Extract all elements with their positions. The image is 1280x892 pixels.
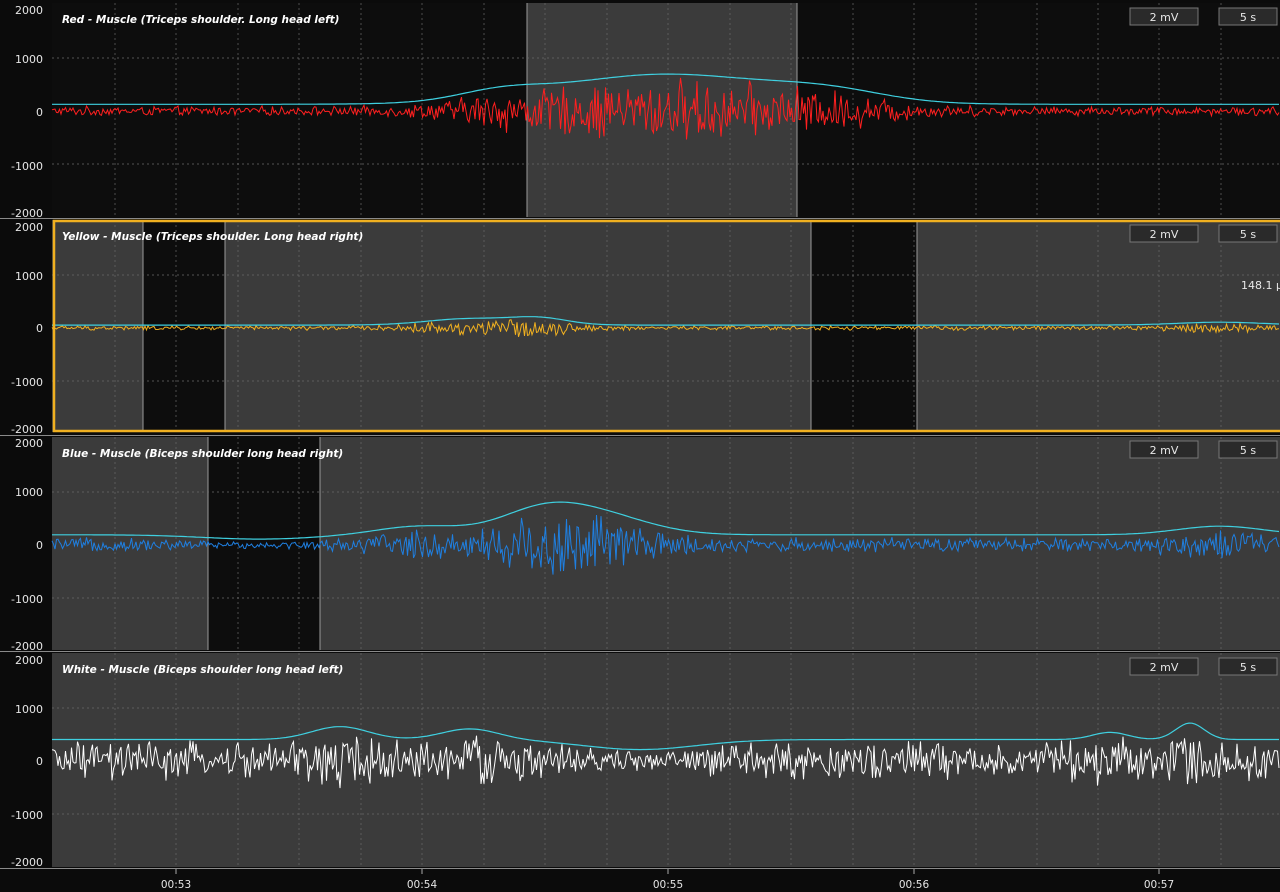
timebase-button[interactable]: 5 s — [1218, 440, 1278, 459]
svg-text:0: 0 — [36, 539, 43, 552]
svg-text:-1000: -1000 — [11, 160, 43, 173]
svg-text:-1000: -1000 — [11, 376, 43, 389]
svg-text:2000: 2000 — [15, 4, 43, 17]
time-tick-label: 00:57 — [1144, 879, 1174, 891]
svg-text:0: 0 — [36, 755, 43, 768]
svg-text:2000: 2000 — [15, 654, 43, 667]
svg-text:-2000: -2000 — [11, 856, 43, 869]
scale-button[interactable]: 2 mV — [1129, 657, 1199, 676]
svg-text:-1000: -1000 — [11, 809, 43, 822]
svg-text:0: 0 — [36, 106, 43, 119]
scale-button[interactable]: 2 mV — [1129, 440, 1199, 459]
svg-text:5 s: 5 s — [1240, 11, 1256, 24]
channel-panel-yellow[interactable]: Yellow - Muscle (Triceps shoulder. Long … — [11, 219, 1280, 436]
svg-text:2000: 2000 — [15, 221, 43, 234]
channel-panel-blue[interactable]: Blue - Muscle (Biceps shoulder long head… — [11, 437, 1280, 653]
channel-title: White - Muscle (Biceps shoulder long hea… — [62, 664, 343, 676]
time-tick-label: 00:54 — [407, 879, 438, 891]
channel-title: Red - Muscle (Triceps shoulder. Long hea… — [62, 14, 339, 26]
plot-area — [52, 220, 1280, 432]
timebase-button[interactable]: 5 s — [1218, 657, 1278, 676]
svg-text:1000: 1000 — [15, 703, 43, 716]
svg-text:-2000: -2000 — [11, 423, 43, 436]
svg-text:5 s: 5 s — [1240, 444, 1256, 457]
svg-text:1000: 1000 — [15, 486, 43, 499]
scale-button[interactable]: 2 mV — [1129, 7, 1199, 26]
channel-title: Yellow - Muscle (Triceps shoulder. Long … — [62, 231, 363, 243]
svg-text:1000: 1000 — [15, 53, 43, 66]
timebase-button[interactable]: 5 s — [1218, 224, 1278, 243]
timebase-button[interactable]: 5 s — [1218, 7, 1278, 26]
svg-text:2000: 2000 — [15, 437, 43, 450]
svg-text:1000: 1000 — [15, 270, 43, 283]
time-tick-label: 00:53 — [161, 879, 191, 891]
svg-text:5 s: 5 s — [1240, 661, 1256, 674]
channel-panel-red[interactable]: Red - Muscle (Triceps shoulder. Long hea… — [11, 3, 1280, 220]
excluded-region[interactable] — [143, 222, 225, 430]
svg-text:2 mV: 2 mV — [1150, 11, 1179, 24]
svg-text:2 mV: 2 mV — [1150, 444, 1179, 457]
svg-text:-1000: -1000 — [11, 593, 43, 606]
svg-text:2 mV: 2 mV — [1150, 661, 1179, 674]
channel-title: Blue - Muscle (Biceps shoulder long head… — [62, 448, 343, 460]
channel-panel-white[interactable]: White - Muscle (Biceps shoulder long hea… — [11, 653, 1280, 869]
svg-text:0: 0 — [36, 322, 43, 335]
scale-button[interactable]: 2 mV — [1129, 224, 1199, 243]
emg-viewer: Red - Muscle (Triceps shoulder. Long hea… — [0, 0, 1280, 892]
time-tick-label: 00:56 — [899, 879, 930, 891]
svg-text:5 s: 5 s — [1240, 228, 1256, 241]
svg-text:2 mV: 2 mV — [1150, 228, 1179, 241]
time-tick-label: 00:55 — [653, 879, 683, 891]
value-readout: 148.1 µV — [1241, 279, 1280, 292]
